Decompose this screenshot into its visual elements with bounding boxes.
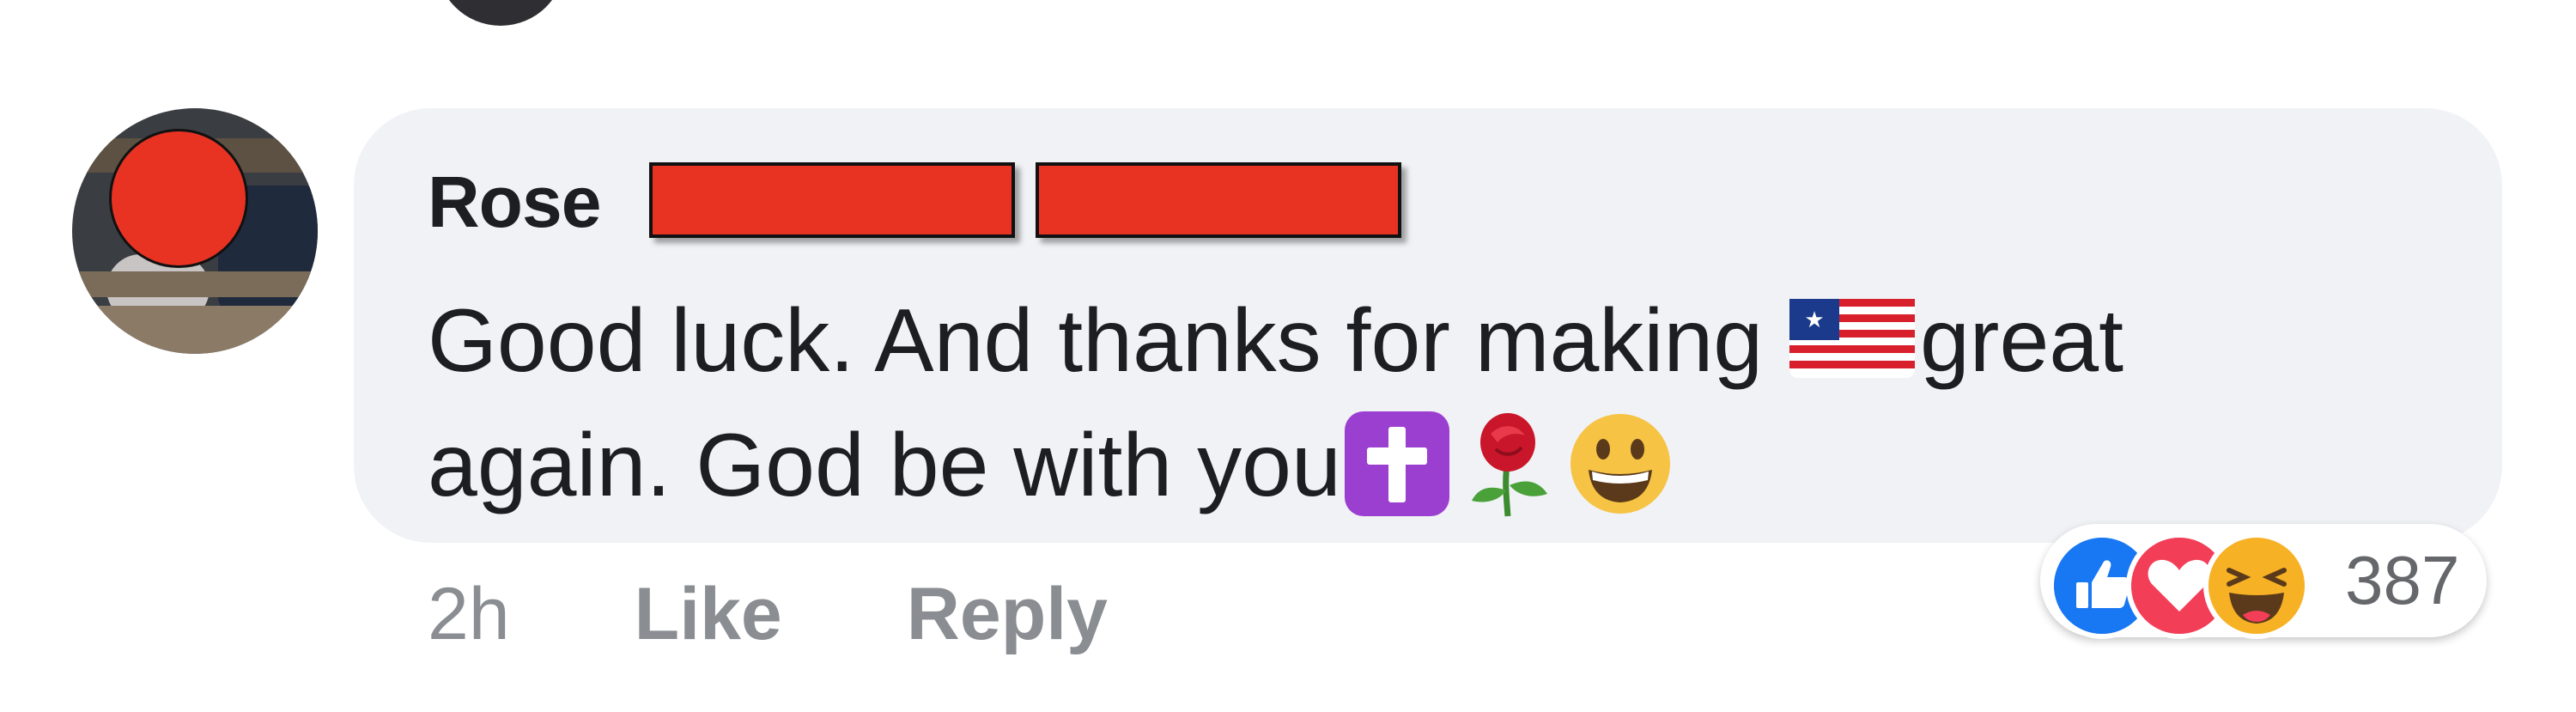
previous-comment-text-fragment: [1945, 0, 2031, 9]
grinning-face-icon: [1570, 414, 1670, 514]
name-redaction: [1036, 162, 1401, 238]
haha-icon: [2203, 532, 2310, 639]
avatar-photo-detail: [72, 306, 318, 354]
avatar-redaction: [109, 129, 248, 268]
reactions-summary[interactable]: 387: [2040, 524, 2487, 639]
previous-comment-avatar[interactable]: [436, 0, 565, 26]
comment-author-name[interactable]: Rose: [428, 163, 601, 240]
reply-button[interactable]: Reply: [907, 575, 1108, 653]
svg-text:★: ★: [1804, 307, 1824, 333]
comment-text-line1: Good luck. And thanks for making: [428, 291, 1788, 391]
rose-icon: [1471, 413, 1547, 517]
comment-timestamp[interactable]: 2h: [428, 575, 510, 653]
comment-text-line2: again. God be with you: [428, 416, 1341, 515]
flag-icon: ★: [1789, 299, 1915, 378]
comment-text: Good luck. And thanks for making ★ great…: [428, 279, 2403, 528]
like-button[interactable]: Like: [635, 575, 782, 653]
avatar-photo-detail: [72, 271, 318, 297]
name-redaction: [649, 162, 1015, 238]
cross-icon: [1344, 411, 1449, 516]
comment-text-line1-tail: great: [1919, 291, 2124, 391]
comment-actions: 2h Like Reply: [428, 575, 1232, 653]
reaction-count: 387: [2345, 542, 2460, 618]
